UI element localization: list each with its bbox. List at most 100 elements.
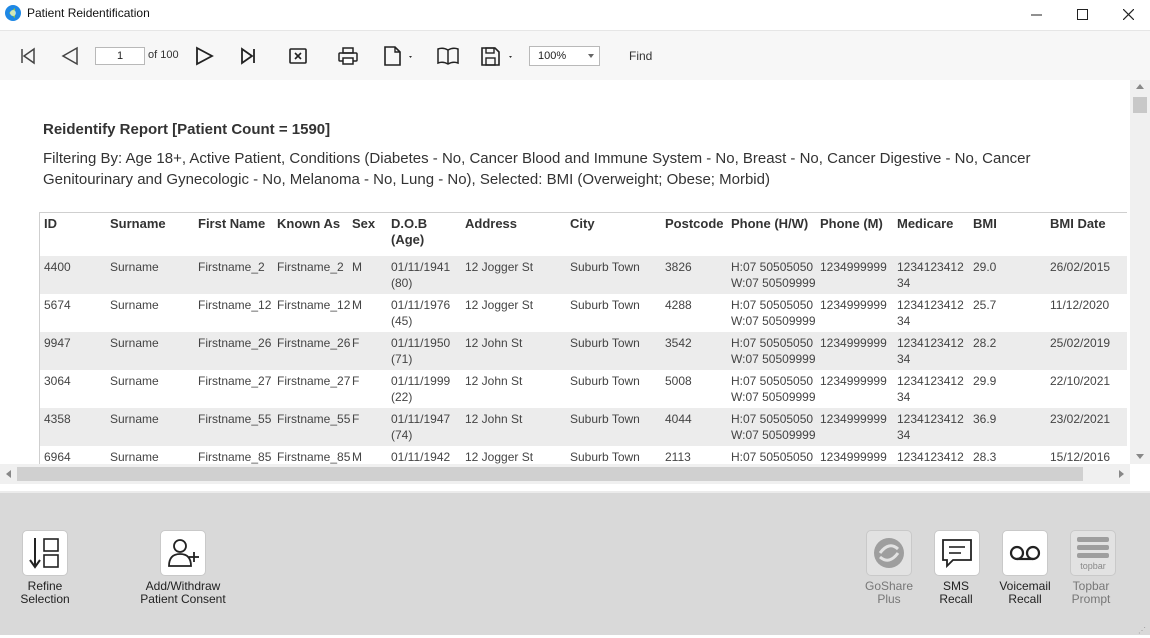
cell-first-name: Firstname_12 — [198, 298, 272, 312]
vertical-scrollbar[interactable] — [1130, 80, 1150, 464]
cell-city: Suburb Town — [570, 374, 640, 388]
print-icon — [338, 47, 358, 65]
book-view-button[interactable] — [434, 42, 462, 70]
maximize-button[interactable] — [1059, 0, 1105, 28]
cell-postcode: 3542 — [665, 336, 692, 350]
cell-medicare: 1234123412 — [897, 450, 964, 464]
column-header-sex: Sex — [352, 216, 376, 231]
cell-phone-m: 1234999999 — [820, 298, 887, 312]
horizontal-scroll-thumb[interactable] — [17, 467, 1083, 481]
next-page-button[interactable] — [190, 42, 218, 70]
cell-address: 12 John St — [465, 374, 523, 388]
cell-phone-hw: H:07 50505050 W:07 50509999 — [731, 298, 816, 328]
cell-address: 12 Jogger St — [465, 450, 534, 464]
chevron-down-icon — [588, 54, 594, 58]
zoom-select[interactable]: 100% — [529, 46, 600, 66]
cell-city: Suburb Town — [570, 336, 640, 350]
cell-phone-m: 1234999999 — [820, 336, 887, 350]
cell-id: 6964 — [44, 450, 71, 464]
cell-first-name: Firstname_2 — [198, 260, 265, 274]
column-header-bmi-date: BMI Date — [1050, 216, 1106, 231]
add-withdraw-consent-button[interactable] — [160, 530, 206, 576]
first-page-button[interactable] — [14, 42, 42, 70]
cell-surname: Surname — [110, 298, 159, 312]
sms-recall-button[interactable] — [934, 530, 980, 576]
table-row: 5674 Surname Firstname_12 Firstname_12 M 01/1… — [40, 294, 1127, 332]
app-logo-icon — [5, 5, 21, 21]
close-button[interactable] — [1105, 0, 1150, 28]
cell-bmi-date: 11/12/2020 — [1050, 298, 1110, 312]
scroll-up-icon[interactable] — [1136, 84, 1144, 90]
page-count-label: of 100 — [148, 49, 179, 61]
page-setup-button[interactable] — [380, 42, 416, 70]
cell-bmi-date: 23/02/2021 — [1050, 412, 1111, 426]
save-button[interactable] — [478, 42, 516, 70]
refine-selection-label: Refine Selection — [20, 579, 70, 606]
cell-bmi-date: 25/02/2019 — [1050, 336, 1111, 350]
goshare-plus-label: GoShare Plus — [864, 579, 914, 606]
cell-postcode: 4044 — [665, 412, 692, 426]
stop-button[interactable] — [284, 42, 312, 70]
scroll-right-icon[interactable] — [1119, 470, 1125, 478]
page-number-input[interactable]: 1 — [95, 47, 145, 65]
cell-medicare: 1234123412 34 — [897, 260, 964, 290]
vertical-scroll-thumb[interactable] — [1133, 97, 1147, 113]
column-header-dob: D.O.B (Age) — [391, 216, 428, 247]
table-row: 4400 Surname Firstname_2 Firstname_2 M 01/11/… — [40, 256, 1127, 294]
table-row: 6964 Surname Firstname_85 Firstname_85 M 01/1… — [40, 446, 1127, 464]
goshare-plus-button[interactable] — [866, 530, 912, 576]
table-row: 9947 Surname Firstname_26 Firstname_26 F 01/1… — [40, 332, 1127, 370]
cell-sex: F — [352, 412, 360, 426]
cell-bmi-date: 22/10/2021 — [1050, 374, 1111, 388]
topbar-logo-icon: topbar — [1077, 537, 1109, 571]
cell-id: 9947 — [44, 336, 71, 350]
topbar-prompt-button[interactable]: topbar — [1070, 530, 1116, 576]
last-page-button[interactable] — [234, 42, 262, 70]
cell-id: 3064 — [44, 374, 71, 388]
scroll-down-icon[interactable] — [1136, 454, 1144, 460]
cell-address: 12 John St — [465, 336, 523, 350]
cell-dob: 01/11/1950 (71) — [391, 336, 451, 366]
cell-medicare: 1234123412 34 — [897, 298, 964, 328]
find-button[interactable]: Find — [629, 49, 652, 63]
refine-selection-button[interactable] — [22, 530, 68, 576]
topbar-logo-text: topbar — [1080, 561, 1106, 571]
print-button[interactable] — [334, 42, 362, 70]
horizontal-scrollbar[interactable] — [0, 464, 1130, 484]
add-user-icon — [168, 539, 199, 567]
next-page-icon — [196, 46, 214, 66]
cell-known-as: Firstname_2 — [277, 260, 344, 274]
cell-city: Suburb Town — [570, 450, 640, 464]
resize-grip-icon[interactable]: ⋰ — [1138, 626, 1146, 635]
cell-medicare: 1234123412 34 — [897, 412, 964, 442]
page-setup-icon — [384, 46, 412, 66]
prev-page-button[interactable] — [56, 42, 84, 70]
column-header-postcode: Postcode — [665, 216, 724, 231]
column-header-phone-hw: Phone (H/W) — [731, 216, 809, 231]
cell-phone-m: 1234999999 — [820, 260, 887, 274]
cell-dob: 01/11/1941 (80) — [391, 260, 451, 290]
cell-medicare: 1234123412 34 — [897, 374, 964, 404]
goshare-logo-icon — [874, 538, 904, 568]
report-filter-text: Filtering By: Age 18+, Active Patient, C… — [43, 150, 1031, 188]
column-header-address: Address — [465, 216, 518, 231]
voicemail-recall-button[interactable] — [1002, 530, 1048, 576]
cell-first-name: Firstname_55 — [198, 412, 272, 426]
cell-sex: F — [352, 374, 360, 388]
minimize-button[interactable] — [1013, 0, 1059, 28]
voicemail-recall-label: Voicemail Recall — [999, 579, 1051, 606]
cell-known-as: Firstname_55 — [277, 412, 351, 426]
column-header-city: City — [570, 216, 595, 231]
cell-known-as: Firstname_85 — [277, 450, 351, 464]
cell-dob: 01/11/1976 (45) — [391, 298, 451, 328]
scroll-left-icon[interactable] — [6, 470, 12, 478]
cell-id: 5674 — [44, 298, 71, 312]
prev-page-icon — [61, 46, 78, 66]
cell-bmi: 28.2 — [973, 336, 997, 350]
column-header-id: ID — [44, 216, 57, 231]
close-icon — [1122, 8, 1134, 20]
sms-message-icon — [942, 539, 972, 569]
table-header-row: ID Surname First Name Known As Sex D.O.B (Age… — [40, 213, 1127, 256]
maximize-icon — [1076, 8, 1088, 20]
cell-sex: M — [352, 260, 362, 274]
